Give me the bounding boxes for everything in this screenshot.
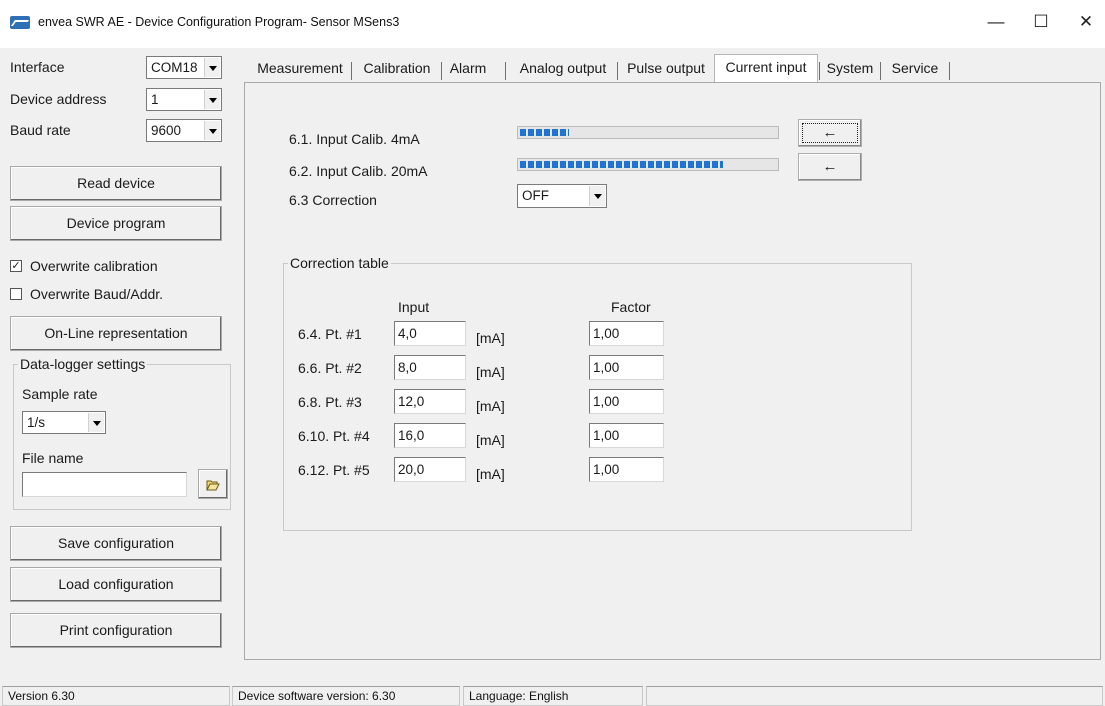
chevron-down-icon <box>204 58 220 77</box>
set-calib-20ma-button[interactable]: ← <box>798 153 862 181</box>
correction-value: OFF <box>522 188 549 203</box>
point-label: 6.12. Pt. #5 <box>298 462 370 478</box>
point-label: 6.6. Pt. #2 <box>298 360 362 376</box>
datalogger-title: Data-logger settings <box>18 356 148 372</box>
device-program-button[interactable]: Device program <box>10 206 222 241</box>
point-factor-field[interactable]: 1,00 <box>589 355 664 380</box>
point-factor-field[interactable]: 1,00 <box>589 321 664 346</box>
sample-rate-value: 1/s <box>27 415 46 430</box>
status-bar: Version 6.30 Device software version: 6.… <box>0 686 1105 706</box>
version-status: Version 6.30 <box>2 686 230 706</box>
point-input-field[interactable]: 12,0 <box>394 389 466 414</box>
point-factor-field[interactable]: 1,00 <box>589 457 664 482</box>
chevron-down-icon <box>88 413 104 432</box>
close-button[interactable]: ✕ <box>1071 10 1101 34</box>
chevron-down-icon <box>204 121 220 140</box>
overwrite-calibration-checkbox[interactable]: ✓ Overwrite calibration <box>10 257 158 275</box>
unit-label: [mA] <box>476 364 505 380</box>
chevron-down-icon <box>589 186 605 206</box>
print-configuration-button[interactable]: Print configuration <box>10 613 222 648</box>
folder-open-icon <box>206 480 220 491</box>
language-status: Language: English <box>463 686 643 706</box>
point-label: 6.4. Pt. #1 <box>298 326 362 342</box>
correction-label: 6.3 Correction <box>289 192 377 208</box>
point-label: 6.8. Pt. #3 <box>298 394 362 410</box>
baud-rate-value: 9600 <box>151 123 182 138</box>
tab-separator <box>351 62 352 80</box>
tab-strip: Measurement Calibration Alarm Analog out… <box>244 54 1099 83</box>
tab-pulse-output[interactable]: Pulse output <box>620 56 712 83</box>
factor-column-header: Factor <box>611 299 651 315</box>
checkbox-checked-icon: ✓ <box>10 260 22 272</box>
point-label: 6.10. Pt. #4 <box>298 428 370 444</box>
online-representation-button[interactable]: On-Line representation <box>10 316 222 351</box>
read-device-button[interactable]: Read device <box>10 166 222 201</box>
load-configuration-button[interactable]: Load configuration <box>10 567 222 602</box>
progress-fill <box>520 161 723 168</box>
tab-separator <box>441 62 442 80</box>
maximize-button[interactable]: ☐ <box>1026 10 1056 34</box>
input-calib-20ma-label: 6.2. Input Calib. 20mA <box>289 163 428 179</box>
file-name-label: File name <box>22 450 84 466</box>
unit-label: [mA] <box>476 398 505 414</box>
datalogger-group: Data-logger settings Sample rate 1/s Fil… <box>13 356 231 510</box>
progress-fill <box>520 129 570 136</box>
sample-rate-select[interactable]: 1/s <box>22 411 106 434</box>
baud-rate-label: Baud rate <box>10 122 71 138</box>
tab-system[interactable]: System <box>822 56 878 83</box>
save-configuration-button[interactable]: Save configuration <box>10 526 222 561</box>
unit-label: [mA] <box>476 330 505 346</box>
point-input-field[interactable]: 8,0 <box>394 355 466 380</box>
file-name-input[interactable] <box>22 472 187 497</box>
envea-logo-icon <box>10 16 30 29</box>
extra-status <box>646 686 1103 706</box>
overwrite-baud-label: Overwrite Baud/Addr. <box>30 286 164 302</box>
unit-label: [mA] <box>476 466 505 482</box>
tab-separator <box>617 62 618 80</box>
tab-current-input[interactable]: Current input <box>714 54 818 82</box>
point-input-field[interactable]: 20,0 <box>394 457 466 482</box>
unit-label: [mA] <box>476 432 505 448</box>
interface-select[interactable]: COM18 <box>146 56 222 79</box>
point-factor-field[interactable]: 1,00 <box>589 423 664 448</box>
device-software-status: Device software version: 6.30 <box>232 686 460 706</box>
baud-rate-select[interactable]: 9600 <box>146 119 222 142</box>
point-input-field[interactable]: 4,0 <box>394 321 466 346</box>
tab-measurement[interactable]: Measurement <box>250 56 350 83</box>
interface-value: COM18 <box>151 60 198 75</box>
sample-rate-label: Sample rate <box>22 386 98 402</box>
overwrite-baud-checkbox[interactable]: Overwrite Baud/Addr. <box>10 285 163 303</box>
browse-folder-button[interactable] <box>198 469 228 499</box>
interface-label: Interface <box>10 59 65 75</box>
tab-alarm[interactable]: Alarm <box>444 56 492 83</box>
set-calib-4ma-button[interactable]: ← <box>798 119 862 147</box>
input-calib-20ma-progress <box>517 158 779 171</box>
correction-select[interactable]: OFF <box>517 184 607 208</box>
overwrite-calibration-label: Overwrite calibration <box>30 258 158 274</box>
tab-separator <box>819 62 820 80</box>
correction-table-group: Correction table Input Factor 6.4. Pt. #… <box>283 255 912 531</box>
point-factor-field[interactable]: 1,00 <box>589 389 664 414</box>
tab-separator <box>880 62 881 80</box>
minimize-button[interactable]: — <box>981 10 1011 34</box>
correction-table-title: Correction table <box>288 255 391 271</box>
device-address-value: 1 <box>151 92 159 107</box>
tab-separator <box>505 62 506 80</box>
title-bar: envea SWR AE - Device Configuration Prog… <box>0 0 1105 48</box>
input-column-header: Input <box>398 299 430 315</box>
input-calib-4ma-progress <box>517 126 779 139</box>
window-title: envea SWR AE - Device Configuration Prog… <box>38 15 400 29</box>
device-address-select[interactable]: 1 <box>146 88 222 111</box>
tab-calibration[interactable]: Calibration <box>354 56 440 83</box>
tab-service[interactable]: Service <box>883 56 947 83</box>
current-input-page: 6.1. Input Calib. 4mA ← 6.2. Input Calib… <box>244 82 1101 660</box>
checkbox-unchecked-icon <box>10 288 22 300</box>
tab-separator <box>949 62 950 80</box>
tab-analog-output[interactable]: Analog output <box>510 56 616 83</box>
input-calib-4ma-label: 6.1. Input Calib. 4mA <box>289 131 420 147</box>
point-input-field[interactable]: 16,0 <box>394 423 466 448</box>
device-address-label: Device address <box>10 91 107 107</box>
chevron-down-icon <box>204 90 220 109</box>
